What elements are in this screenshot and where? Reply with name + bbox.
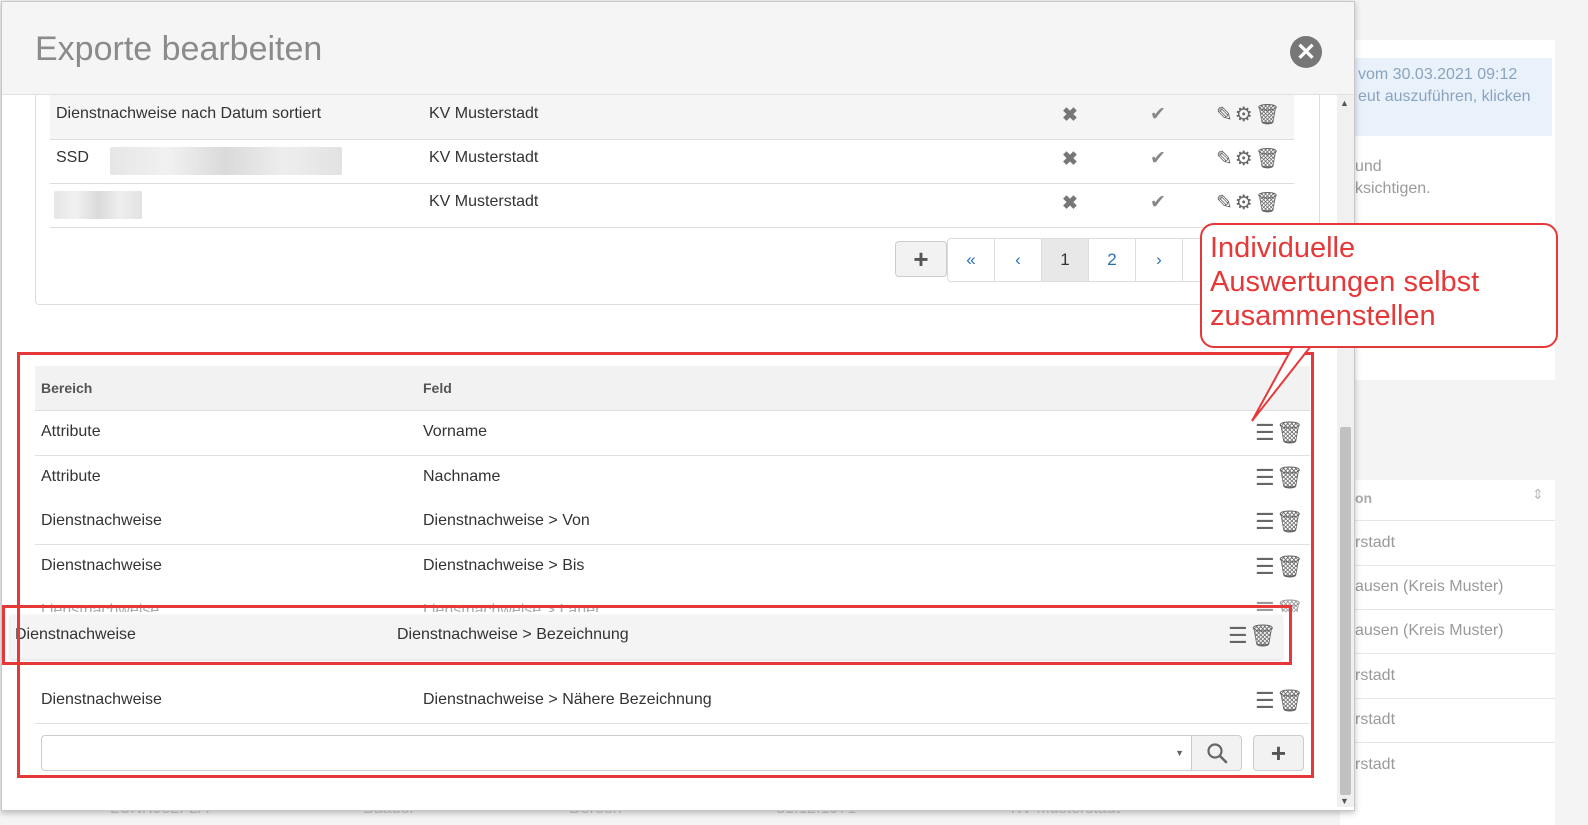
inactive-x-icon[interactable]: ✖ (1062, 104, 1078, 127)
background-row: rstadt (1355, 756, 1396, 773)
active-check-icon[interactable]: ✔ (1150, 191, 1166, 214)
scroll-up-icon[interactable]: ▲ (1340, 98, 1349, 108)
export-actions-icons[interactable]: ✎⚙🗑 (1216, 146, 1282, 171)
background-info-line: eut auszuführen, klicken (1358, 88, 1531, 105)
annotation-callout: Individuelle Auswertungen selbst zusamme… (1200, 223, 1558, 348)
background-divider (1340, 698, 1555, 699)
background-row: rstadt (1355, 711, 1396, 728)
blurred-text (54, 191, 142, 219)
export-name: SSD (56, 149, 89, 166)
background-info-line: vom 30.03.2021 09:12 (1358, 66, 1518, 83)
export-row[interactable]: KV Musterstadt ✖ ✔ ✎⚙🗑 (50, 183, 1294, 228)
export-row[interactable]: Dienstnachweise nach Datum sortiert KV M… (50, 95, 1294, 140)
background-divider (1340, 520, 1555, 521)
active-check-icon[interactable]: ✔ (1150, 103, 1166, 126)
add-export-button[interactable]: + (895, 241, 947, 277)
background-row: ausen (Kreis Muster) (1355, 578, 1504, 595)
export-organisation: KV Musterstadt (429, 105, 539, 122)
sort-icon: ⇕ (1532, 486, 1544, 502)
close-icon[interactable]: ✕ (1290, 36, 1322, 68)
pagination-page-1[interactable]: 1 (1042, 239, 1089, 281)
pagination-first[interactable]: « (948, 239, 995, 281)
export-actions-icons[interactable]: ✎⚙🗑 (1216, 102, 1282, 127)
background-row: ausen (Kreis Muster) (1355, 622, 1504, 639)
background-note: und ksichtigen. (1355, 156, 1431, 200)
background-row: rstadt (1355, 534, 1396, 551)
background-row: rstadt (1355, 667, 1396, 684)
background-divider (1340, 653, 1555, 654)
annotation-drag-frame (2, 605, 1292, 665)
pagination-next[interactable]: › (1136, 239, 1183, 281)
inactive-x-icon[interactable]: ✖ (1062, 148, 1078, 171)
background-divider (1340, 742, 1555, 743)
export-actions-icons[interactable]: ✎⚙🗑 (1216, 190, 1282, 215)
export-organisation: KV Musterstadt (429, 149, 539, 166)
annotation-frame (17, 352, 1314, 778)
background-note-line: ksichtigen. (1355, 180, 1431, 197)
active-check-icon[interactable]: ✔ (1150, 147, 1166, 170)
background-table-header: on (1355, 490, 1373, 506)
scroll-down-icon[interactable]: ▼ (1340, 796, 1349, 806)
callout-text: Individuelle Auswertungen selbst zusamme… (1210, 232, 1480, 332)
inactive-x-icon[interactable]: ✖ (1062, 192, 1078, 215)
scrollbar-thumb[interactable] (1340, 427, 1351, 795)
background-divider (1340, 609, 1555, 610)
pagination: « ‹ 1 2 › » (947, 238, 1231, 282)
export-row[interactable]: SSD KV Musterstadt ✖ ✔ ✎⚙🗑 (50, 139, 1294, 184)
background-divider (1340, 565, 1555, 566)
background-info-box: vom 30.03.2021 09:12 eut auszuführen, kl… (1340, 58, 1552, 136)
modal-header: Exporte bearbeiten ✕ (2, 2, 1354, 95)
export-name: Dienstnachweise nach Datum sortiert (56, 105, 322, 122)
export-organisation: KV Musterstadt (429, 193, 539, 210)
callout-pointer (1251, 335, 1319, 422)
blurred-text (110, 147, 342, 175)
background-note-line: und (1355, 158, 1382, 175)
modal-title: Exporte bearbeiten (35, 30, 323, 68)
pagination-page-2[interactable]: 2 (1089, 239, 1136, 281)
pagination-prev[interactable]: ‹ (995, 239, 1042, 281)
